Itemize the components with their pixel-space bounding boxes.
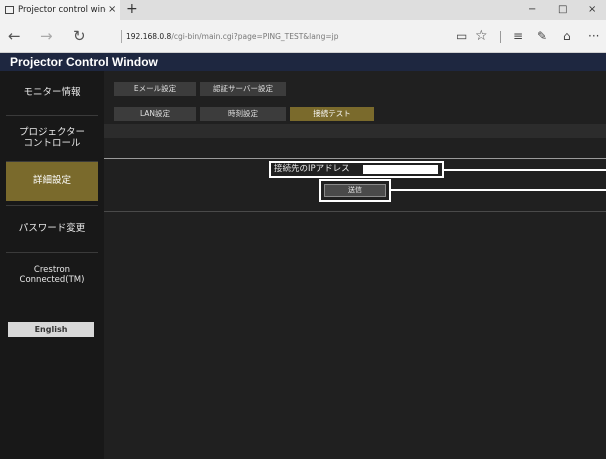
more-icon[interactable]: ··· <box>588 20 599 53</box>
browser-tab-bar: Projector control windo × + − □ × <box>0 0 606 20</box>
ip-address-group: 接続先のIPアドレス <box>269 161 444 178</box>
sidebar-item-label: プロジェクター コントロール <box>18 126 86 149</box>
url-path: /cgi-bin/main.cgi?page=PING_TEST&lang=jp <box>171 32 339 41</box>
tab-time-settings[interactable]: 時刻設定 <box>200 107 286 121</box>
reading-view-icon[interactable]: ▭ <box>456 20 467 53</box>
ip-address-label: 接続先のIPアドレス <box>274 164 350 174</box>
sidebar-item-label: モニター情報 <box>23 86 81 98</box>
app-title: Projector Control Window <box>10 55 158 69</box>
close-window-icon[interactable]: × <box>588 0 596 20</box>
address-bar: ← → ↻ 192.168.0.8/cgi-bin/main.cgi?page=… <box>0 20 606 53</box>
page-icon <box>5 6 14 14</box>
sidebar-item-label: 詳細設定 <box>32 175 71 187</box>
callout-line <box>444 169 606 171</box>
app-header: Projector Control Window <box>0 53 606 71</box>
web-notes-icon[interactable]: ✎ <box>537 20 547 53</box>
url-host: 192.168.0.8 <box>126 32 172 41</box>
sidebar: モニター情報 プロジェクター コントロール 詳細設定 パスワード変更 Crest… <box>0 71 104 459</box>
browser-tab-title: Projector control windo <box>18 5 106 15</box>
refresh-icon[interactable]: ↻ <box>73 20 86 53</box>
url-field[interactable]: 192.168.0.8/cgi-bin/main.cgi?page=PING_T… <box>126 20 338 53</box>
main-panel: Eメール設定 認証サーバー設定 LAN設定 時刻設定 接続テスト 接続先のIPア… <box>104 71 606 459</box>
send-button[interactable]: 送信 <box>324 184 386 197</box>
url-divider <box>121 30 122 43</box>
tab-band <box>104 124 606 138</box>
sidebar-item-crestron[interactable]: Crestron Connected(TM) <box>0 253 104 299</box>
section-divider <box>104 211 606 212</box>
send-button-frame: 送信 <box>319 179 391 202</box>
close-tab-icon[interactable]: × <box>108 0 116 20</box>
sidebar-item-monitor-info[interactable]: モニター情報 <box>0 71 104 115</box>
callout-line <box>391 189 606 191</box>
sidebar-item-advanced-settings[interactable]: 詳細設定 <box>6 162 98 201</box>
favorite-icon[interactable]: ☆ <box>475 20 488 53</box>
share-icon[interactable]: ⌂ <box>563 20 571 53</box>
ip-address-input[interactable] <box>363 165 438 174</box>
back-icon[interactable]: ← <box>8 20 21 53</box>
hub-icon[interactable]: ≡ <box>513 20 523 53</box>
tab-email-settings[interactable]: Eメール設定 <box>114 82 196 96</box>
tab-lan-settings[interactable]: LAN設定 <box>114 107 196 121</box>
sidebar-item-projector-control[interactable]: プロジェクター コントロール <box>0 116 104 161</box>
sidebar-item-label: Crestron Connected(TM) <box>19 265 85 285</box>
sidebar-item-label: パスワード変更 <box>18 222 86 234</box>
new-tab-icon[interactable]: + <box>126 0 138 19</box>
browser-tab[interactable]: Projector control windo × <box>0 0 120 20</box>
forward-icon[interactable]: → <box>40 20 53 53</box>
tab-auth-server-settings[interactable]: 認証サーバー設定 <box>200 82 286 96</box>
section-divider <box>104 158 606 159</box>
sidebar-item-change-password[interactable]: パスワード変更 <box>0 206 104 252</box>
minimize-icon[interactable]: − <box>528 0 536 20</box>
tab-connection-test[interactable]: 接続テスト <box>290 107 374 121</box>
toolbar-divider <box>500 31 501 43</box>
maximize-icon[interactable]: □ <box>558 0 567 20</box>
english-button[interactable]: English <box>8 322 94 337</box>
